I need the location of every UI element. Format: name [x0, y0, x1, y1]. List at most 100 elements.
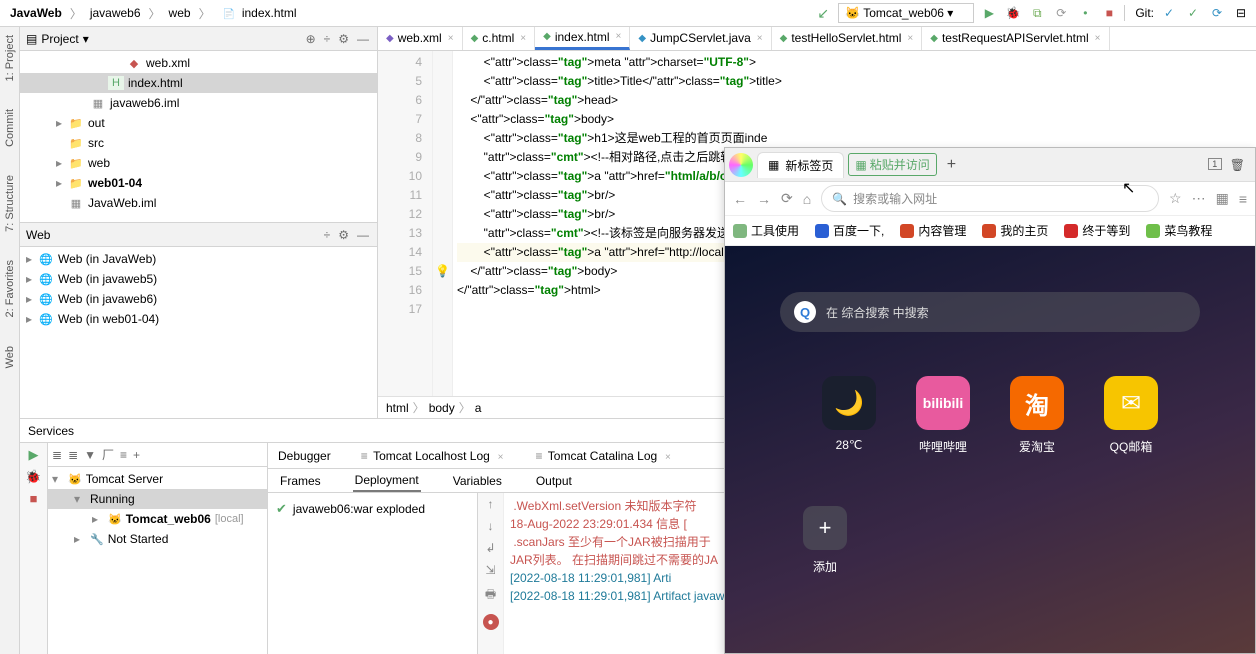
back-button[interactable]: ←	[733, 191, 747, 207]
editor-tab[interactable]: ◆testHelloServlet.html×	[772, 27, 923, 50]
tree-row[interactable]: Hindex.html	[20, 73, 377, 93]
tree-row[interactable]: ▸🌐Web (in javaweb5)	[20, 269, 377, 289]
select-opened-icon[interactable]: ⊕	[304, 32, 318, 46]
profile-icon[interactable]: ⟳	[1052, 4, 1070, 22]
editor-tab[interactable]: ◆web.xml×	[378, 27, 463, 50]
git-push-icon[interactable]: ✓	[1184, 4, 1202, 22]
run-config-select[interactable]: 🐱 Tomcat_web06 ▾	[838, 3, 974, 23]
web-hide-icon[interactable]: —	[355, 228, 371, 242]
add-tile[interactable]: + 添加	[803, 506, 847, 575]
svc-group-icon[interactable]: 厂	[102, 446, 114, 463]
console-down-icon[interactable]: ↓	[488, 519, 494, 533]
editor-tab[interactable]: ◆c.html×	[463, 27, 536, 50]
home-button[interactable]: ⌂	[803, 191, 811, 207]
url-input[interactable]: 🔍 搜索或输入网址	[821, 185, 1159, 212]
console-wrap-icon[interactable]: ↲	[485, 541, 495, 555]
tree-row[interactable]: ▸🌐Web (in JavaWeb)	[20, 249, 377, 269]
breadcrumb-item[interactable]: javaweb6	[86, 4, 145, 22]
left-tab[interactable]: Web	[3, 342, 17, 372]
expand-icon[interactable]: ▸	[26, 312, 38, 326]
tree-row[interactable]: ▸🌐Web (in web01-04)	[20, 309, 377, 329]
close-tab-icon[interactable]: ×	[616, 31, 622, 42]
console-filter-ball[interactable]: ●	[483, 614, 499, 630]
more-icon[interactable]: ⋯	[1192, 190, 1206, 207]
new-tab-button[interactable]: +	[941, 156, 962, 174]
attach-icon[interactable]: •	[1076, 4, 1094, 22]
console-scroll-icon[interactable]: ⇲	[485, 563, 495, 577]
left-tab[interactable]: Commit	[3, 105, 17, 151]
bookmark-item[interactable]: 百度一下,	[815, 222, 884, 239]
collapse-icon[interactable]: ⚙	[336, 32, 351, 46]
bookmark-item[interactable]: 内容管理	[900, 222, 966, 239]
bookmark-item[interactable]: 工具使用	[733, 222, 799, 239]
expand-icon[interactable]: ▸	[26, 292, 38, 306]
forward-button[interactable]: →	[757, 191, 771, 207]
svc-debug-icon[interactable]: 🐞	[25, 469, 41, 485]
tree-row[interactable]: ▸📁web01-04	[20, 173, 377, 193]
tree-row[interactable]: 📁src	[20, 133, 377, 153]
bookmark-item[interactable]: 终于等到	[1064, 222, 1130, 239]
services-tab[interactable]: Debugger	[276, 445, 333, 467]
services-subtab[interactable]: Deployment	[353, 470, 421, 492]
close-window-icon[interactable]: 🗑	[1230, 158, 1245, 172]
deploy-item[interactable]: ✔ javaweb06:war exploded	[276, 497, 469, 521]
editor-tab[interactable]: ◆index.html×	[535, 27, 630, 50]
fav-icon[interactable]: ☆	[1169, 190, 1182, 207]
svc-tree-icon2[interactable]: ≣	[68, 448, 78, 462]
services-tree-row[interactable]: ▾Running	[48, 489, 267, 509]
close-tab-icon[interactable]: ×	[520, 33, 526, 44]
svc-thread-icon[interactable]: ≡	[120, 448, 127, 462]
editor-tab[interactable]: ◆JumpCServlet.java×	[630, 27, 771, 50]
svc-tree-icon[interactable]: ≣	[52, 448, 62, 462]
ext-icon[interactable]: ▦	[1216, 190, 1229, 207]
hide-icon[interactable]: —	[355, 32, 371, 46]
git-commit-icon[interactable]: ✓	[1160, 4, 1178, 22]
search-box[interactable]: 在 综合搜索 中搜索	[780, 292, 1200, 332]
tree-row[interactable]: ▸🌐Web (in javaweb6)	[20, 289, 377, 309]
project-tree[interactable]: ◆web.xmlHindex.html▦javaweb6.iml▸📁out📁sr…	[20, 51, 377, 223]
code-crumb[interactable]: body	[429, 401, 455, 415]
speed-dial-tile[interactable]: ✉QQ邮箱	[1104, 376, 1158, 455]
bookmark-item[interactable]: 菜鸟教程	[1146, 222, 1212, 239]
left-tab[interactable]: 2: Favorites	[3, 256, 17, 321]
breadcrumb-item[interactable]: 📄 index.html	[215, 4, 301, 22]
services-tab[interactable]: ≡ Tomcat Catalina Log ×	[531, 445, 674, 467]
console-up-icon[interactable]: ↑	[488, 497, 494, 511]
services-subtab[interactable]: Variables	[451, 471, 504, 491]
expand-icon[interactable]: ▸	[26, 272, 38, 286]
expand-icon[interactable]: ÷	[322, 32, 333, 46]
web-expand-icon[interactable]: ÷	[322, 228, 333, 242]
project-dropdown-icon[interactable]: ▾	[83, 32, 89, 46]
restore-icon[interactable]: 1	[1208, 158, 1222, 170]
tree-row[interactable]: ▦javaweb6.iml	[20, 93, 377, 113]
services-tab[interactable]: ≡ Tomcat Localhost Log ×	[357, 445, 508, 467]
git-update-icon[interactable]: ⟳	[1208, 4, 1226, 22]
coverage-icon[interactable]: ⧉	[1028, 4, 1046, 22]
web-settings-icon[interactable]: ⚙	[336, 228, 351, 242]
console-print-icon[interactable]: 🖶	[485, 585, 496, 606]
web-tree[interactable]: ▸🌐Web (in JavaWeb)▸🌐Web (in javaweb5)▸🌐W…	[20, 247, 377, 418]
left-tab[interactable]: 7: Structure	[3, 171, 17, 236]
services-tree-row[interactable]: ▸🐱Tomcat_web06 [local]	[48, 509, 267, 529]
browser-tab[interactable]: ▦ 新标签页	[757, 152, 844, 178]
services-tree-row[interactable]: ▾🐱Tomcat Server	[48, 469, 267, 489]
back-icon[interactable]: ↙	[814, 4, 832, 22]
editor-tab[interactable]: ◆testRequestAPIServlet.html×	[922, 27, 1109, 50]
reload-button[interactable]: ⟳	[781, 190, 793, 207]
tree-row[interactable]: ▦JavaWeb.iml	[20, 193, 377, 213]
close-tab-icon[interactable]: ×	[1095, 33, 1101, 44]
tree-row[interactable]: ▸📁out	[20, 113, 377, 133]
services-subtab[interactable]: Output	[534, 471, 574, 491]
speed-dial-tile[interactable]: 淘爱淘宝	[1010, 376, 1064, 455]
code-crumb[interactable]: a	[475, 401, 482, 415]
expand-icon[interactable]: ▸	[56, 156, 68, 170]
svc-run-icon[interactable]: ▶	[29, 447, 39, 463]
stop-icon[interactable]: ■	[1100, 4, 1118, 22]
svc-add-icon[interactable]: +	[133, 448, 140, 462]
browser-logo[interactable]	[729, 153, 753, 177]
expand-icon[interactable]: ▸	[26, 252, 38, 266]
git-more-icon[interactable]: ⊟	[1232, 4, 1250, 22]
menu-icon[interactable]: ≡	[1239, 191, 1247, 207]
svc-stop-icon[interactable]: ■	[30, 491, 38, 506]
services-tree-row[interactable]: ▸🔧Not Started	[48, 529, 267, 549]
